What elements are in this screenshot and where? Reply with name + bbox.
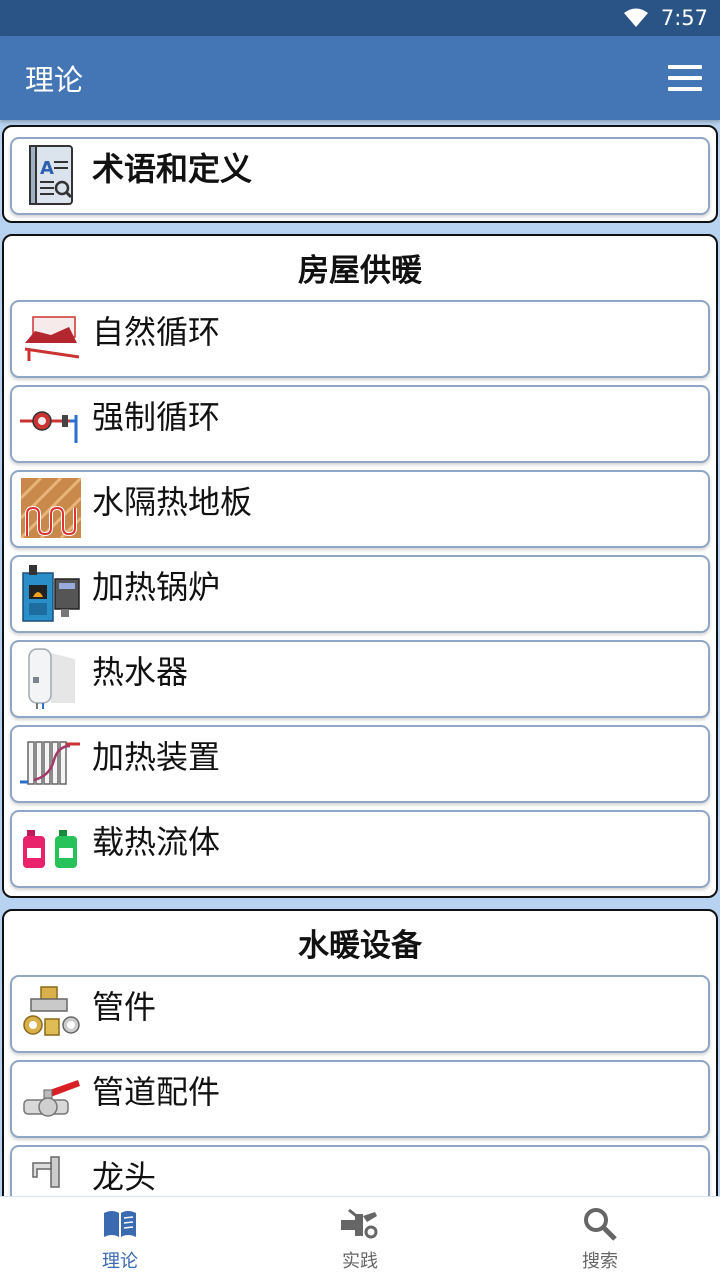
svg-text:A: A (40, 158, 54, 179)
item-label: 热水器 (92, 653, 189, 691)
bottom-navigation: 理论 实践 搜索 (0, 1196, 720, 1280)
item-fittings[interactable]: 管件 (10, 975, 710, 1053)
faucet-icon (20, 1151, 82, 1196)
dictionary-book-icon: A (20, 143, 82, 207)
nav-search[interactable]: 搜索 (480, 1197, 720, 1280)
item-water-heater[interactable]: 热水器 (10, 640, 710, 718)
section-house-heating: 房屋供暖 自然循环 强制循环 水隔热地板 加热锅炉 热水器 加热装置 载热流体 (2, 234, 718, 898)
item-heat-transfer-fluid[interactable]: 载热流体 (10, 810, 710, 888)
app-bar: 理论 (0, 36, 720, 120)
item-label: 载热流体 (92, 823, 221, 861)
item-label: 加热装置 (92, 738, 221, 776)
nav-search-label: 搜索 (582, 1250, 618, 1272)
item-pipeline-fittings[interactable]: 管道配件 (10, 1060, 710, 1138)
wifi-icon (623, 8, 649, 28)
section-title: 房屋供暖 (298, 253, 422, 289)
section-plumbing-equipment: 水暖设备 管件 管道配件 龙头 (2, 909, 718, 1196)
underfloor-heating-icon (20, 476, 82, 540)
item-heating-devices[interactable]: 加热装置 (10, 725, 710, 803)
item-natural-circulation[interactable]: 自然循环 (10, 300, 710, 378)
item-heating-boiler[interactable]: 加热锅炉 (10, 555, 710, 633)
boiler-icon (20, 561, 82, 625)
item-label: 管道配件 (92, 1073, 221, 1111)
item-label: 龙头 (92, 1158, 157, 1196)
item-underfloor-heating[interactable]: 水隔热地板 (10, 470, 710, 548)
pipe-fittings-icon (20, 981, 82, 1045)
content-scroll[interactable]: A 术语和定义 房屋供暖 自然循环 强制循环 水隔热地板 加热锅炉 热水器 加热… (0, 120, 720, 1196)
page-title: 理论 (25, 63, 84, 97)
item-label: 自然循环 (92, 313, 221, 351)
ball-valve-icon (20, 1066, 82, 1130)
radiator-icon (20, 731, 82, 795)
nav-practice[interactable]: 实践 (240, 1197, 480, 1280)
item-faucet[interactable]: 龙头 (10, 1145, 710, 1196)
item-label: 管件 (92, 988, 157, 1026)
open-book-icon (102, 1205, 138, 1243)
forced-circulation-pump-icon (20, 391, 82, 455)
nav-theory[interactable]: 理论 (0, 1197, 240, 1280)
water-heater-icon (20, 646, 82, 710)
nav-theory-label: 理论 (102, 1250, 138, 1272)
coolant-bottles-icon (20, 816, 82, 880)
item-forced-circulation[interactable]: 强制循环 (10, 385, 710, 463)
search-icon (583, 1205, 617, 1243)
natural-circulation-icon (20, 306, 82, 370)
item-label: 强制循环 (92, 398, 221, 436)
item-label: 术语和定义 (92, 150, 253, 188)
section-title: 水暖设备 (298, 928, 422, 964)
status-time: 7:57 (660, 6, 708, 30)
section-terms: A 术语和定义 (2, 125, 718, 223)
item-label: 水隔热地板 (92, 483, 253, 521)
item-terms[interactable]: A 术语和定义 (10, 137, 710, 215)
item-label: 加热锅炉 (92, 568, 221, 606)
nav-practice-label: 实践 (342, 1250, 378, 1272)
hamburger-menu-icon[interactable] (668, 55, 702, 101)
status-bar: 7:57 (0, 0, 720, 36)
tools-icon (341, 1205, 379, 1243)
